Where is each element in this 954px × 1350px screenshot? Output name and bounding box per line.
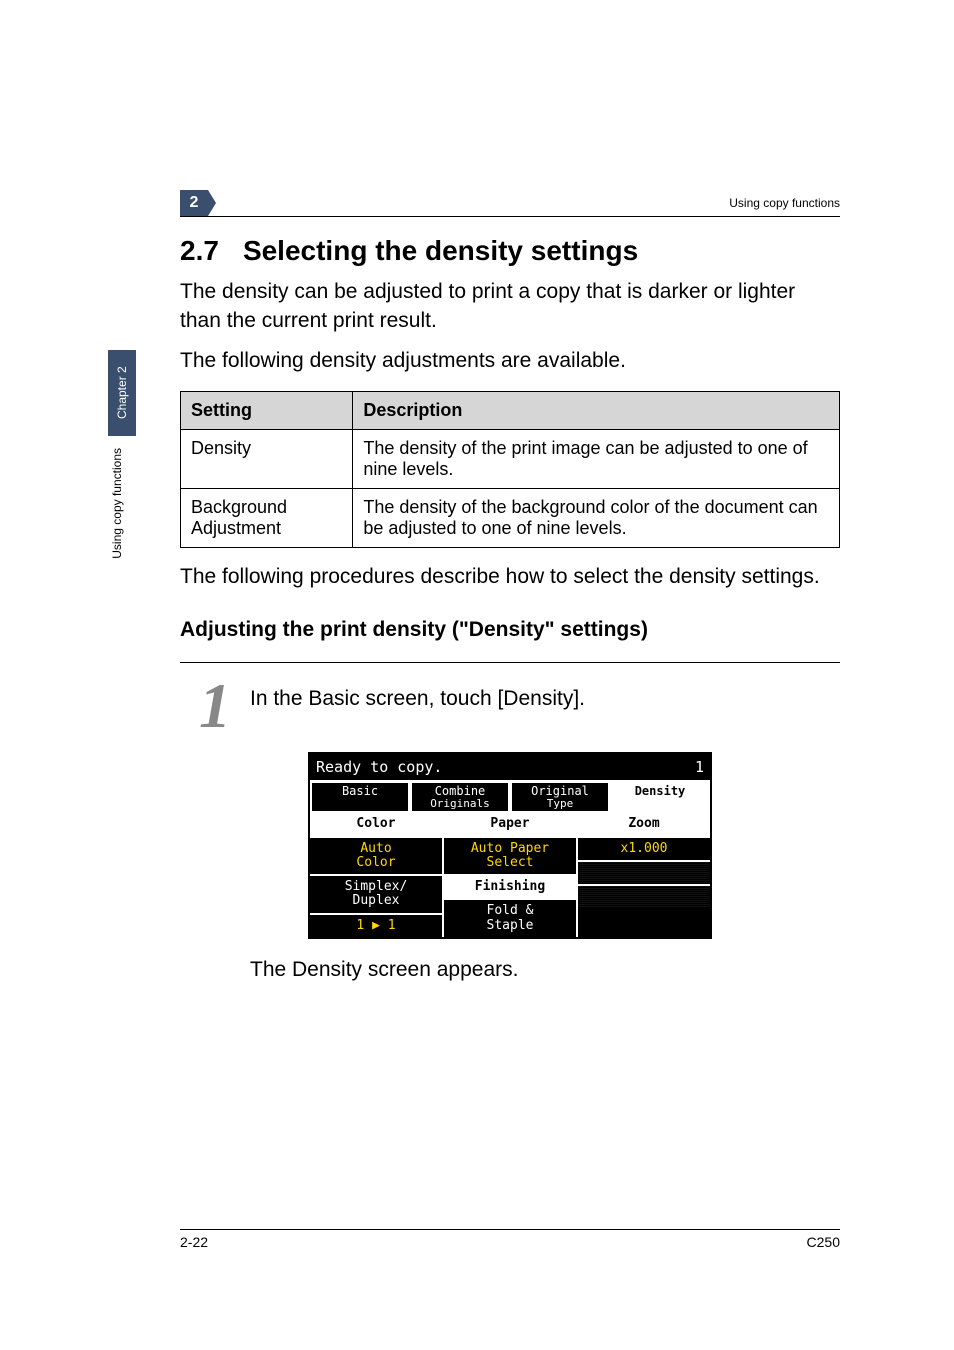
lcd-tab-basic[interactable]: Basic	[310, 781, 410, 811]
lcd-zoom-value: x1.000	[578, 838, 710, 862]
table-cell-setting: Density	[181, 430, 353, 489]
table-header-setting: Setting	[181, 392, 353, 430]
lcd-color-header[interactable]: Color	[310, 813, 442, 837]
table-cell-description: The density of the print image can be ad…	[353, 430, 840, 489]
table-row: Background Adjustment The density of the…	[181, 489, 840, 548]
lcd-simplex-duplex[interactable]: Simplex/ Duplex	[310, 876, 442, 915]
section-title: Selecting the density settings	[243, 235, 638, 266]
section-heading: 2.7 Selecting the density settings	[180, 235, 840, 267]
subheading: Adjusting the print density ("Density" s…	[180, 618, 840, 642]
lcd-finishing-header[interactable]: Finishing	[444, 876, 576, 900]
chapter-number-tab: 2	[180, 190, 208, 216]
density-settings-table: Setting Description Density The density …	[180, 391, 840, 548]
lcd-color-value-text: Auto Color	[356, 841, 395, 870]
lcd-fold-staple[interactable]: Fold & Staple	[444, 900, 576, 937]
lcd-color-value: Auto Color	[310, 838, 442, 877]
step-1: 1 In the Basic screen, touch [Density].	[180, 662, 840, 735]
table-header-description: Description	[353, 392, 840, 430]
lcd-empty-cell	[578, 886, 710, 908]
intro-paragraph-1: The density can be adjusted to print a c…	[180, 277, 840, 336]
lcd-screenshot: Ready to copy. 1 Basic CombineOriginals …	[308, 752, 712, 939]
lcd-empty-cell	[578, 862, 710, 886]
lcd-copy-count: 1	[695, 758, 704, 776]
lcd-tab-basic-label: Basic	[342, 784, 378, 798]
table-row: Density The density of the print image c…	[181, 430, 840, 489]
side-section-text: Using copy functions	[110, 448, 124, 559]
section-number: 2.7	[180, 235, 219, 267]
lcd-tab-density-label: Density	[635, 784, 686, 798]
page-number: 2-22	[180, 1234, 208, 1250]
lcd-paper-header[interactable]: Paper	[444, 813, 576, 837]
lcd-status-text: Ready to copy.	[316, 758, 442, 776]
model-number: C250	[807, 1234, 840, 1250]
table-cell-description: The density of the background color of t…	[353, 489, 840, 548]
side-chapter-tab: Chapter 2	[108, 350, 136, 436]
table-cell-setting: Background Adjustment	[181, 489, 353, 548]
lcd-paper-value-text: Auto Paper Select	[471, 841, 549, 870]
lcd-zoom-header[interactable]: Zoom	[578, 813, 710, 837]
lcd-tab-combine-l2: Originals	[412, 798, 508, 810]
lcd-duplex-value: 1 ▶ 1	[310, 915, 442, 937]
lcd-simplex-duplex-text: Simplex/ Duplex	[345, 879, 408, 908]
after-lcd-paragraph: The Density screen appears.	[250, 955, 840, 984]
after-table-paragraph: The following procedures describe how to…	[180, 562, 840, 591]
lcd-fold-staple-text: Fold & Staple	[487, 903, 534, 932]
intro-paragraph-2: The following density adjustments are av…	[180, 346, 840, 375]
lcd-tab-original-l2: Type	[512, 798, 608, 810]
step-number: 1	[180, 677, 250, 735]
step-text: In the Basic screen, touch [Density].	[250, 677, 585, 711]
lcd-tab-original-type[interactable]: OriginalType	[510, 781, 610, 811]
lcd-tab-combine-originals[interactable]: CombineOriginals	[410, 781, 510, 811]
lcd-paper-value: Auto Paper Select	[444, 838, 576, 877]
running-head-title: Using copy functions	[208, 196, 840, 210]
lcd-tab-density[interactable]: Density	[610, 781, 710, 811]
